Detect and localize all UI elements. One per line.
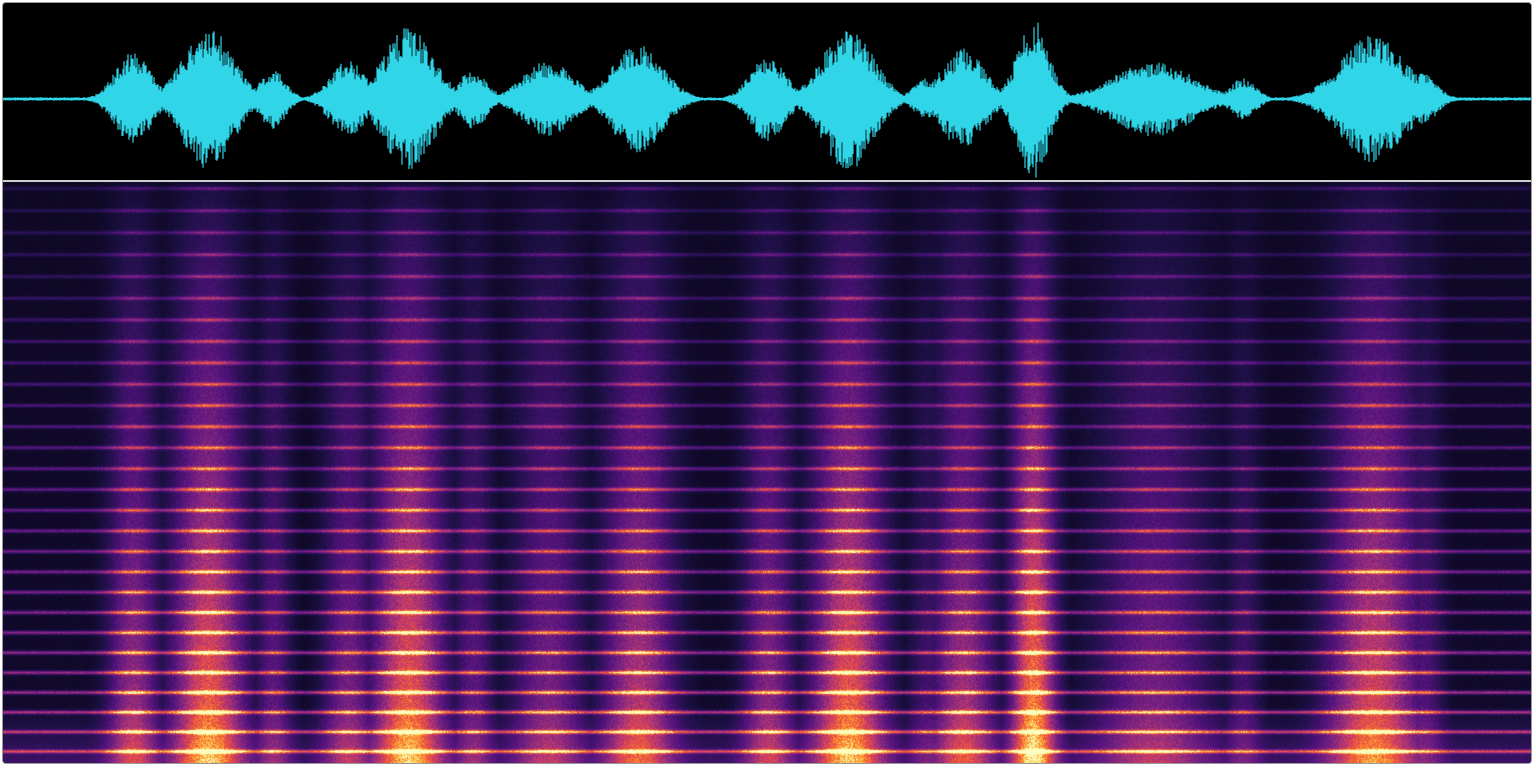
waveform <box>3 22 1531 178</box>
spectrogram <box>3 182 1531 763</box>
waveform-panel <box>3 3 1531 180</box>
audio-visualizer <box>2 2 1532 764</box>
waveform-trace <box>3 22 1531 178</box>
spectrogram-panel <box>3 182 1531 763</box>
